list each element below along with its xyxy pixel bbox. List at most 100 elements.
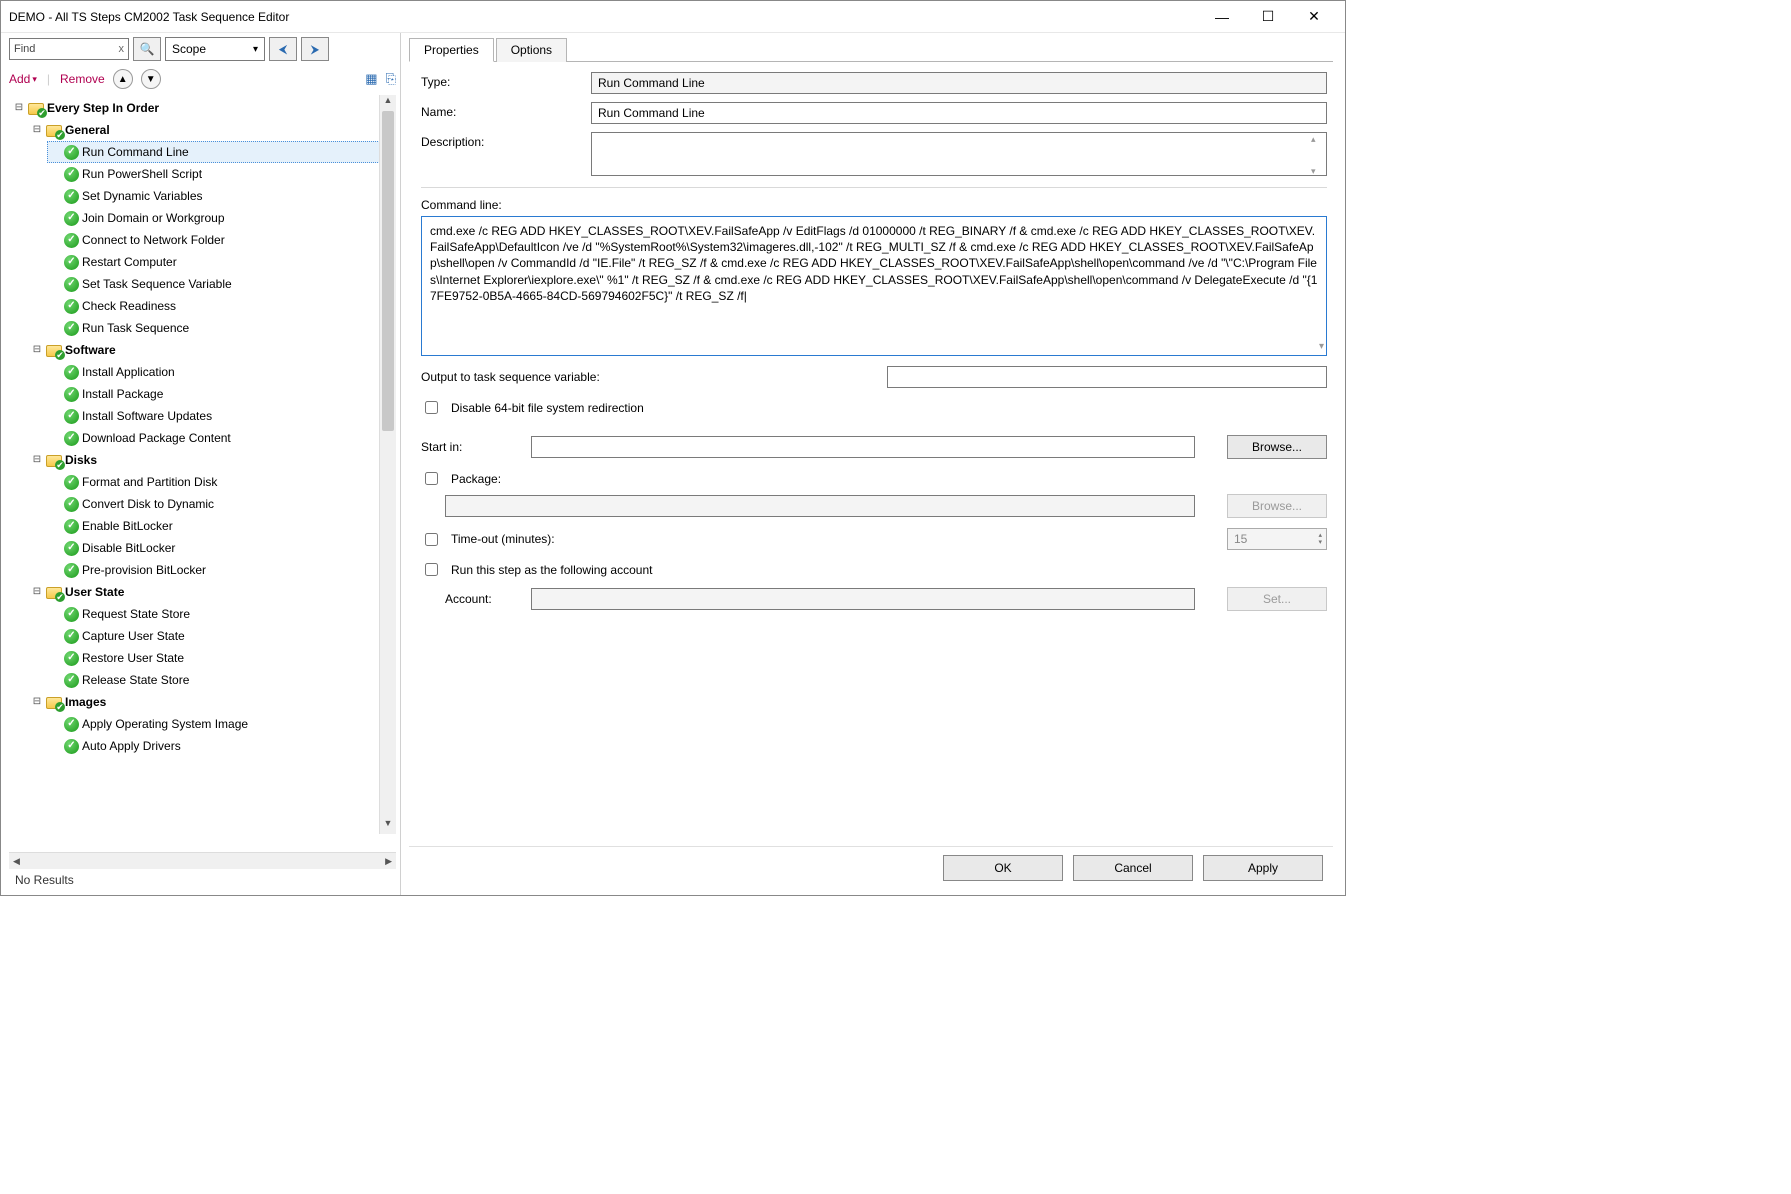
add-menu[interactable]: Add ▾ — [9, 72, 37, 86]
check-icon: ✓ — [64, 541, 79, 556]
dialog-buttons: OK Cancel Apply — [409, 846, 1333, 889]
disable-64-label: Disable 64-bit file system redirection — [451, 401, 644, 415]
name-label: Name: — [421, 102, 581, 119]
account-field — [531, 588, 1195, 610]
clear-find-icon[interactable]: x — [119, 43, 125, 55]
tree-group[interactable]: ⊟Disks — [29, 449, 396, 471]
check-icon: ✓ — [64, 717, 79, 732]
account-label: Account: — [445, 592, 521, 606]
check-icon: ✓ — [64, 673, 79, 688]
tree-group[interactable]: ⊟Software — [29, 339, 396, 361]
tree-step[interactable]: ·✓Release State Store — [47, 669, 396, 691]
disable-64-checkbox[interactable] — [425, 401, 438, 414]
browse-startin-button[interactable]: Browse... — [1227, 435, 1327, 459]
tree-step[interactable]: ·✓Check Readiness — [47, 295, 396, 317]
tree-step[interactable]: ·✓Set Dynamic Variables — [47, 185, 396, 207]
arrow-right-icon: ⮞ — [311, 42, 320, 57]
cancel-button[interactable]: Cancel — [1073, 855, 1193, 881]
check-icon: ✓ — [64, 629, 79, 644]
scope-dropdown[interactable]: Scope ▾ — [165, 37, 265, 61]
startin-field[interactable] — [531, 436, 1195, 458]
tree-root-node[interactable]: ⊟Every Step In Order — [11, 97, 396, 119]
tab-bar: Properties Options — [409, 37, 1333, 62]
search-icon: 🔍 — [140, 42, 155, 56]
runas-label: Run this step as the following account — [451, 563, 652, 577]
check-icon: ✓ — [64, 563, 79, 578]
close-button[interactable]: ✕ — [1291, 2, 1337, 32]
tree-group[interactable]: ⊟User State — [29, 581, 396, 603]
tree-step[interactable]: ·✓Run Task Sequence — [47, 317, 396, 339]
tree-step[interactable]: ·✓Run Command Line — [47, 141, 396, 163]
tree-step[interactable]: ·✓Auto Apply Drivers — [47, 735, 396, 757]
folder-icon — [46, 343, 62, 357]
tree-step[interactable]: ·✓Restore User State — [47, 647, 396, 669]
tree-step[interactable]: ·✓Request State Store — [47, 603, 396, 625]
collapse-all-button[interactable]: ▲ — [113, 69, 133, 89]
minimize-button[interactable]: — — [1199, 2, 1245, 32]
tab-options[interactable]: Options — [496, 38, 567, 62]
chevron-down-icon: ▾ — [253, 44, 258, 55]
package-label: Package: — [451, 472, 501, 486]
tree-scrollbar-horizontal[interactable]: ◀▶ — [9, 852, 396, 869]
tree-step[interactable]: ·✓Enable BitLocker — [47, 515, 396, 537]
check-icon: ✓ — [64, 299, 79, 314]
left-pane: Find x 🔍 Scope ▾ ⮜ ⮞ Add ▾ | Remove ▲ ▼ … — [1, 33, 401, 895]
tree-view[interactable]: ⊟Every Step In Order⊟General·✓Run Comman… — [9, 95, 396, 852]
tree-step[interactable]: ·✓Restart Computer — [47, 251, 396, 273]
status-text: No Results — [9, 869, 396, 891]
tree-step[interactable]: ·✓Convert Disk to Dynamic — [47, 493, 396, 515]
startin-label: Start in: — [421, 440, 521, 454]
tab-properties[interactable]: Properties — [409, 38, 494, 62]
check-icon: ✓ — [64, 497, 79, 512]
expand-all-button[interactable]: ▼ — [141, 69, 161, 89]
nav-next-button[interactable]: ⮞ — [301, 37, 329, 61]
folder-icon — [46, 695, 62, 709]
description-field[interactable] — [591, 132, 1327, 176]
tree-step[interactable]: ·✓Install Software Updates — [47, 405, 396, 427]
find-input[interactable]: Find x — [9, 38, 129, 60]
tree-step[interactable]: ·✓Set Task Sequence Variable — [47, 273, 396, 295]
check-icon: ✓ — [64, 431, 79, 446]
tree-scrollbar-vertical[interactable]: ▲▼ — [379, 95, 396, 834]
check-icon: ✓ — [64, 277, 79, 292]
tree-group[interactable]: ⊟Images — [29, 691, 396, 713]
commandline-field[interactable]: cmd.exe /c REG ADD HKEY_CLASSES_ROOT\XEV… — [421, 216, 1327, 356]
output-var-label: Output to task sequence variable: — [421, 370, 600, 384]
tree-step[interactable]: ·✓Join Domain or Workgroup — [47, 207, 396, 229]
commandline-label: Command line: — [421, 198, 1327, 212]
name-field[interactable] — [591, 102, 1327, 124]
tree-step[interactable]: ·✓Connect to Network Folder — [47, 229, 396, 251]
check-icon: ✓ — [64, 607, 79, 622]
check-icon: ✓ — [64, 255, 79, 270]
tree-step[interactable]: ·✓Apply Operating System Image — [47, 713, 396, 735]
maximize-button[interactable]: ☐ — [1245, 2, 1291, 32]
timeout-checkbox[interactable] — [425, 533, 438, 546]
tree-step[interactable]: ·✓Install Package — [47, 383, 396, 405]
ok-button[interactable]: OK — [943, 855, 1063, 881]
package-checkbox[interactable] — [425, 472, 438, 485]
tree-step[interactable]: ·✓Disable BitLocker — [47, 537, 396, 559]
toolbar-icon-1[interactable]: ▦ — [365, 71, 377, 87]
remove-button[interactable]: Remove — [60, 72, 105, 86]
tree-step[interactable]: ·✓Pre-provision BitLocker — [47, 559, 396, 581]
check-icon: ✓ — [64, 321, 79, 336]
tree-step[interactable]: ·✓Run PowerShell Script — [47, 163, 396, 185]
tree-step[interactable]: ·✓Install Application — [47, 361, 396, 383]
tree-group[interactable]: ⊟General — [29, 119, 396, 141]
toolbar-icon-2[interactable]: ⎘ — [386, 71, 396, 87]
nav-prev-button[interactable]: ⮜ — [269, 37, 297, 61]
search-button[interactable]: 🔍 — [133, 37, 161, 61]
folder-icon — [28, 101, 44, 115]
tree-step[interactable]: ·✓Capture User State — [47, 625, 396, 647]
tree-step[interactable]: ·✓Download Package Content — [47, 427, 396, 449]
runas-checkbox[interactable] — [425, 563, 438, 576]
description-label: Description: — [421, 132, 581, 149]
check-icon: ✓ — [64, 211, 79, 226]
package-field — [445, 495, 1195, 517]
output-var-field[interactable] — [887, 366, 1327, 388]
apply-button[interactable]: Apply — [1203, 855, 1323, 881]
type-label: Type: — [421, 72, 581, 89]
task-sequence-editor-window: DEMO - All TS Steps CM2002 Task Sequence… — [0, 0, 1346, 896]
tree-step[interactable]: ·✓Format and Partition Disk — [47, 471, 396, 493]
check-icon: ✓ — [64, 651, 79, 666]
